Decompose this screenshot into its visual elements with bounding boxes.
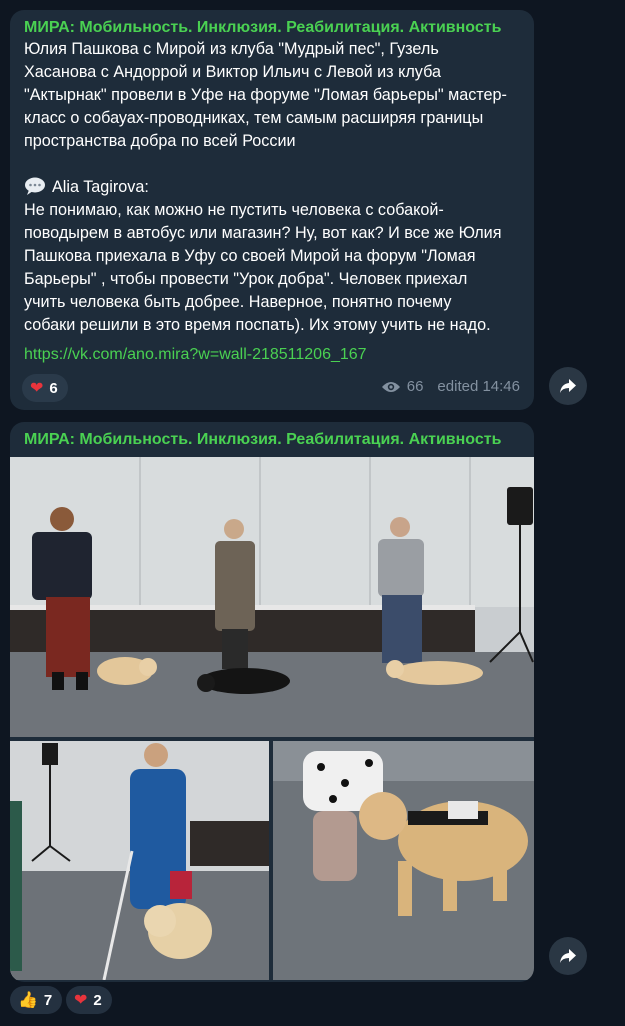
- text-line: класс о собауах-проводниках, тем самым р…: [24, 109, 484, 127]
- reaction-heart[interactable]: ❤ 6: [22, 374, 68, 402]
- photo-woman-with-cane-and-dog[interactable]: [10, 741, 269, 980]
- text-line: "Актырнак" провели в Уфе на форуме "Лома…: [24, 86, 507, 104]
- message-footer: ❤ 6 66 edited 14:46: [22, 374, 522, 404]
- reaction-heart[interactable]: ❤ 2: [66, 986, 112, 1014]
- share-arrow-icon: [560, 949, 576, 963]
- share-arrow-icon: [560, 379, 576, 393]
- heart-icon: ❤: [30, 380, 44, 397]
- quote-author-line: Alia Tagirova:: [24, 176, 520, 199]
- reaction-count: 6: [49, 379, 58, 397]
- text-line: Пашкова приехала в Уфу со своей Мирой на…: [24, 247, 476, 265]
- text-line: собаки решили в это время поспать). Их э…: [24, 316, 491, 334]
- channel-name[interactable]: МИРА: Мобильность. Инклюзия. Реабилитаци…: [24, 18, 520, 38]
- post-link[interactable]: https://vk.com/ano.mira?w=wall-218511206…: [24, 346, 520, 364]
- text-line: пространства добра по всей России: [24, 132, 296, 150]
- speech-bubble-icon: [25, 177, 45, 195]
- text-line: Юлия Пашкова с Мирой из клуба "Мудрый пе…: [24, 40, 439, 58]
- quote-author: Alia Tagirova:: [52, 178, 149, 196]
- photo-woman-cane-image: [10, 741, 269, 980]
- message-bubble[interactable]: МИРА: Мобильность. Инклюзия. Реабилитаци…: [10, 10, 534, 410]
- photo-woman-petting-dog[interactable]: [273, 741, 534, 980]
- text-line: учить человека быть добрее. Наверное, по…: [24, 293, 452, 311]
- reaction-thumbs-up[interactable]: 👍 7: [10, 986, 63, 1014]
- message-meta: 66 edited 14:46: [381, 378, 520, 395]
- share-button[interactable]: [549, 937, 587, 975]
- photo-woman-dog-image: [273, 741, 534, 980]
- edited-time: edited 14:46: [437, 378, 520, 395]
- heart-icon: ❤: [74, 992, 88, 1009]
- text-line: Не понимаю, как можно не пустить человек…: [24, 201, 444, 219]
- photo-group-with-dogs[interactable]: [10, 457, 534, 737]
- photo-group-image: [10, 457, 534, 737]
- text-line: Хасанова с Андоррой и Виктор Ильич с Лев…: [24, 63, 441, 81]
- thumbs-up-icon: 👍: [18, 992, 38, 1009]
- text-line: поводырем в автобус или магазин? Ну, вот…: [24, 224, 502, 242]
- reaction-count: 2: [93, 991, 102, 1009]
- channel-name[interactable]: МИРА: Мобильность. Инклюзия. Реабилитаци…: [24, 430, 501, 450]
- reaction-count: 7: [43, 991, 53, 1009]
- text-line: Барьеры" , чтобы провести "Урок добра". …: [24, 270, 468, 288]
- share-button[interactable]: [549, 367, 587, 405]
- eye-icon: [381, 381, 400, 392]
- message-bubble[interactable]: МИРА: Мобильность. Инклюзия. Реабилитаци…: [10, 422, 534, 982]
- view-count: 66: [406, 378, 424, 395]
- post-text: Юлия Пашкова с Мирой из клуба "Мудрый пе…: [24, 38, 520, 337]
